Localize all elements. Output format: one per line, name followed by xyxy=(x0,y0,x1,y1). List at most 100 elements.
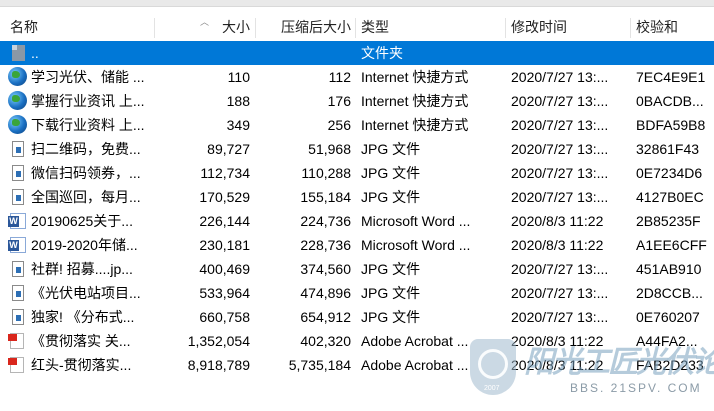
file-crc: BDFA59B8 xyxy=(636,117,706,133)
file-modified: 2020/7/27 13:... xyxy=(511,69,609,85)
column-header-name-label: 名称 xyxy=(10,19,38,35)
file-crc: A1EE6CFF xyxy=(636,237,707,253)
image-file-icon xyxy=(12,141,24,157)
file-size: 226,144 xyxy=(199,213,250,229)
word-doc-icon xyxy=(8,237,26,253)
file-packed-size: 402,320 xyxy=(300,333,351,349)
pdf-icon xyxy=(8,333,24,349)
file-row[interactable]: 《贯彻落实 关... 1,352,054 402,320 Adobe Acrobat … xyxy=(0,329,714,353)
file-size: 660,758 xyxy=(199,309,250,325)
file-name: 掌握行业资讯 上... xyxy=(31,93,145,109)
file-packed-size: 654,912 xyxy=(300,309,351,325)
file-modified: 2020/8/3 11:22 xyxy=(511,357,604,373)
column-header-type[interactable]: 类型 xyxy=(361,15,501,41)
file-modified: 2020/8/3 11:22 xyxy=(511,213,604,229)
file-type: JPG 文件 xyxy=(361,309,421,325)
watermark-url: BBS. 21SPV. COM xyxy=(570,381,702,395)
file-type: Microsoft Word ... xyxy=(361,213,471,229)
file-row[interactable]: 独家! 《分布式... 660,758 654,912 JPG 文件 2020/7/27… xyxy=(0,305,714,329)
watermark-year: 2007 xyxy=(484,385,500,392)
file-type: JPG 文件 xyxy=(361,141,421,157)
globe-icon xyxy=(8,91,27,110)
column-header-modified[interactable]: 修改时间 xyxy=(511,15,626,41)
column-header-crc[interactable]: 校验和 xyxy=(636,15,714,41)
file-name: 学习光伏、储能 ... xyxy=(31,69,145,85)
file-size: 8,918,789 xyxy=(187,357,250,373)
file-name: 独家! 《分布式... xyxy=(31,309,135,325)
file-row[interactable]: 掌握行业资讯 上... 188 176 Internet 快捷方式 2020/7/27 … xyxy=(0,89,714,113)
file-crc: 0E7234D6 xyxy=(636,165,703,181)
file-name: 20190625关于... xyxy=(31,213,133,229)
file-packed-size: 176 xyxy=(327,93,351,109)
file-crc: 32861F43 xyxy=(636,141,700,157)
file-crc: A44FA2... xyxy=(636,333,698,349)
image-file-icon xyxy=(12,309,24,325)
file-row[interactable]: 扫二维码，免费... 89,727 51,968 JPG 文件 2020/7/27 13… xyxy=(0,137,714,161)
file-row[interactable]: 20190625关于... 226,144 224,736 Microsoft Wor… xyxy=(0,209,714,233)
column-separator[interactable] xyxy=(505,18,506,38)
file-name: 下载行业资料 上... xyxy=(31,117,145,133)
file-size: 533,964 xyxy=(199,285,250,301)
file-type: Microsoft Word ... xyxy=(361,237,471,253)
column-header-type-label: 类型 xyxy=(361,19,389,35)
file-crc: 2D8CCB... xyxy=(636,285,703,301)
column-header-packed-label: 压缩后大小 xyxy=(281,19,351,35)
column-separator[interactable] xyxy=(355,18,356,38)
file-crc: 7EC4E9E1 xyxy=(636,69,706,85)
file-crc: 0E760207 xyxy=(636,309,700,325)
file-size: 112,734 xyxy=(200,165,250,181)
file-size: 170,529 xyxy=(199,189,250,205)
file-packed-size: 155,184 xyxy=(300,189,351,205)
file-row[interactable]: 下载行业资料 上... 349 256 Internet 快捷方式 2020/7/27 … xyxy=(0,113,714,137)
file-name: 2019-2020年储... xyxy=(31,237,138,253)
file-packed-size: 474,896 xyxy=(300,285,351,301)
column-separator[interactable] xyxy=(255,18,256,38)
column-header-name[interactable]: 名称 xyxy=(10,15,150,41)
file-row[interactable]: 《光伏电站项目... 533,964 474,896 JPG 文件 2020/7/27 … xyxy=(0,281,714,305)
column-header-modified-label: 修改时间 xyxy=(511,19,567,35)
file-modified: 2020/7/27 13:... xyxy=(511,117,609,133)
file-crc: 4127B0EC xyxy=(636,189,704,205)
file-packed-size: 5,735,184 xyxy=(288,357,351,373)
file-modified: 2020/7/27 13:... xyxy=(511,165,609,181)
file-type: Adobe Acrobat ... xyxy=(361,333,469,349)
column-separator[interactable] xyxy=(154,18,155,38)
file-size: 230,181 xyxy=(199,237,250,253)
file-row[interactable]: 红头-贯彻落实... 8,918,789 5,735,184 Adobe Acroba… xyxy=(0,353,714,377)
folder-up-icon xyxy=(12,45,25,61)
file-type: JPG 文件 xyxy=(361,189,421,205)
file-modified: 2020/7/27 13:... xyxy=(511,189,609,205)
file-type: Adobe Acrobat ... xyxy=(361,357,469,373)
column-header-packed[interactable]: 压缩后大小 xyxy=(257,15,351,41)
file-row[interactable]: 学习光伏、储能 ... 110 112 Internet 快捷方式 2020/7/27 … xyxy=(0,65,714,89)
file-list[interactable]: 名称 ︿ 大小 压缩后大小 类型 修改时间 校验和 .. 文件夹 学习光伏、储能… xyxy=(0,6,714,411)
word-doc-icon xyxy=(8,213,26,229)
file-name: .. xyxy=(31,45,39,61)
file-name: 全国巡回，每月... xyxy=(31,189,141,205)
column-separator[interactable] xyxy=(630,18,631,38)
file-row[interactable]: 社群! 招募....jp... 400,469 374,560 JPG 文件 2020/… xyxy=(0,257,714,281)
column-header-size[interactable]: 大小 xyxy=(156,15,250,41)
file-type: Internet 快捷方式 xyxy=(361,69,469,85)
file-type: 文件夹 xyxy=(361,45,403,61)
file-packed-size: 224,736 xyxy=(300,213,351,229)
file-modified: 2020/7/27 13:... xyxy=(511,309,609,325)
image-file-icon xyxy=(12,285,24,301)
file-modified: 2020/8/3 11:22 xyxy=(511,237,604,253)
pdf-icon xyxy=(8,357,24,373)
parent-folder-row[interactable]: .. 文件夹 xyxy=(0,41,714,65)
file-row[interactable]: 2019-2020年储... 230,181 228,736 Microsoft Wo… xyxy=(0,233,714,257)
file-size: 1,352,054 xyxy=(187,333,250,349)
file-packed-size: 256 xyxy=(327,117,351,133)
file-packed-size: 112 xyxy=(328,69,351,85)
file-name: 扫二维码，免费... xyxy=(31,141,141,157)
file-size: 400,469 xyxy=(199,261,250,277)
file-type: Internet 快捷方式 xyxy=(361,117,469,133)
file-row[interactable]: 微信扫码领券，... 112,734 110,288 JPG 文件 2020/7/27 … xyxy=(0,161,714,185)
file-type: JPG 文件 xyxy=(361,165,421,181)
file-modified: 2020/8/3 11:22 xyxy=(511,333,604,349)
file-type: Internet 快捷方式 xyxy=(361,93,469,109)
file-row[interactable]: 全国巡回，每月... 170,529 155,184 JPG 文件 2020/7/27 … xyxy=(0,185,714,209)
file-crc: 0BACDB... xyxy=(636,93,704,109)
image-file-icon xyxy=(12,189,24,205)
